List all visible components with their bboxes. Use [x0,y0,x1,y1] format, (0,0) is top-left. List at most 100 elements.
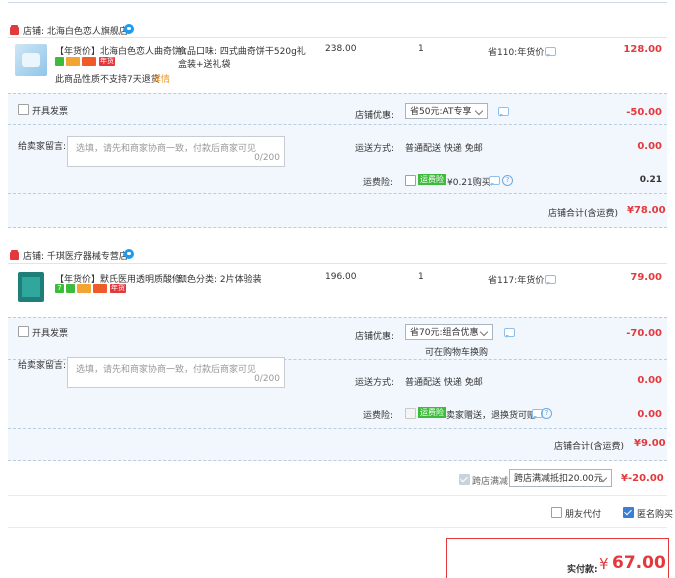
cross-store-select[interactable]: 跨店满减抵扣20.00元 [509,469,612,487]
anonymous-checkbox[interactable] [623,507,634,518]
invoice-label: 开具发票 [32,329,69,339]
discount-select[interactable]: 省50元:AT专享 [405,103,488,119]
invoice-checkbox[interactable] [18,104,29,115]
product-title[interactable]: 【年货价】北海白色恋人曲奇饼... [55,44,190,57]
quantity: 1 [418,44,424,54]
panel-divider [8,460,667,461]
unit-price: 196.00 [325,272,357,282]
return-detail-link[interactable]: 详情 [152,72,170,85]
discount-info-icon[interactable] [504,328,515,338]
discount-label: 店铺优惠: [355,111,395,121]
saving-info-icon[interactable] [545,275,556,285]
discount-info-icon[interactable] [498,107,509,117]
discount-select-value: 省70元:组合优惠 [410,328,479,338]
sku-line-2: 盒装+送礼袋 [178,60,231,70]
chat-wangwang-icon[interactable] [124,249,134,259]
shipping-value: 普通配送 快递 免邮 [405,144,483,154]
product-thumbnail[interactable] [15,44,47,76]
invoice-label: 开具发票 [32,107,69,117]
shipping-label: 运送方式: [355,378,395,388]
message-placeholder: 选填，请先和商家协商一致，付款后商家可见 [76,144,257,154]
unit-price: 238.00 [325,44,357,54]
shop-icon [10,25,19,35]
final-label: 实付款: [567,565,598,575]
discount-label: 店铺优惠: [355,332,395,342]
subtotal-label: 店铺合计(含运费) [548,209,619,219]
chevron-down-icon [479,327,489,337]
saving-text: 省117:年货价 [488,276,545,286]
return-note: 此商品性质不支持7天退货 [55,75,160,85]
friend-pay-label: 朋友代付 [565,510,602,520]
insurance-tag: 运费险 [418,407,446,418]
final-currency: ¥ [599,555,609,573]
insurance-tag: 运费险 [418,174,446,185]
saving-text: 省110:年货价 [488,48,545,58]
seller-message-input[interactable]: 选填，请先和商家协商一致，付款后商家可见 0/200 [67,357,285,388]
card-badge-icon [93,284,107,293]
chat-wangwang-icon[interactable] [124,24,134,34]
seller-message-input[interactable]: 选填，请先和商家协商一致，付款后商家可见 0/200 [67,136,285,167]
item-total: 79.00 [630,272,662,283]
seven-day-badge: 7 [55,284,64,293]
cross-store-select-value: 跨店满减抵扣20.00元 [514,474,603,484]
credit-badge-icon [77,284,91,293]
service-badge-icon [66,284,75,293]
final-payment-box: 实付款: ¥ 67.00 [446,538,669,578]
help-icon[interactable]: ? [502,175,513,186]
sku-line-1: 颜色分类: 2片体验装 [178,275,262,285]
chevron-down-icon [474,106,484,116]
cross-store-checkbox[interactable] [459,474,470,485]
product-thumbnail[interactable] [18,272,44,302]
message-placeholder: 选填，请先和商家协商一致，付款后商家可见 [76,365,257,375]
shop-divider [8,37,667,38]
insurance-checkbox[interactable] [405,175,416,186]
discount-select[interactable]: 省70元:组合优惠 [405,324,493,340]
panel-divider [8,193,667,194]
saving-info-icon[interactable] [545,47,556,57]
nianhuo-tag: 年货 [110,284,126,293]
friend-pay-checkbox[interactable] [551,507,562,518]
shipping-value: 普通配送 快递 免邮 [405,378,483,388]
discount-amount: -70.00 [626,328,662,339]
message-counter: 0/200 [254,374,280,384]
sku-line-1: 食品口味: 四式曲奇饼干520g礼 [178,47,306,57]
item-total: 128.00 [623,44,662,55]
subtotal-amount: ¥9.00 [634,438,666,449]
shipping-amount: 0.00 [637,375,662,386]
message-label: 给卖家留言: [18,142,67,152]
shop-icon [10,250,19,260]
insurance-chat-icon[interactable] [489,176,500,186]
final-amount: 67.00 [612,553,666,573]
top-divider [8,2,667,3]
discount-amount: -50.00 [626,107,662,118]
shop-name[interactable]: 店铺: 千琪医疗器械专营店 [23,249,128,262]
insurance-amount: 0.21 [639,175,662,185]
invoice-checkbox[interactable] [18,326,29,337]
subtotal-amount: ¥78.00 [627,205,666,216]
insurance-checkbox[interactable] [405,408,416,419]
shop-name[interactable]: 店铺: 北海白色恋人旗舰店 [23,24,128,37]
service-badge-icon [55,57,64,66]
section-divider [8,495,667,496]
panel-divider [8,227,667,228]
section-divider [8,527,667,528]
message-label: 给卖家留言: [18,361,67,371]
panel-divider [8,428,667,429]
cross-store-amount: ¥-20.00 [621,473,664,484]
anonymous-label: 匿名购买 [637,510,674,520]
message-counter: 0/200 [254,153,280,163]
insurance-text: 卖家赠送，退换货可赔 [446,411,537,421]
credit-badge-icon [66,57,80,66]
subtotal-label: 店铺合计(含运费) [554,442,625,452]
card-badge-icon [82,57,96,66]
quantity: 1 [418,272,424,282]
insurance-label: 运费险: [363,178,394,188]
shop-divider [8,263,667,264]
insurance-amount: 0.00 [637,409,662,420]
panel-divider [8,124,667,125]
shipping-amount: 0.00 [637,141,662,152]
help-icon[interactable]: ? [541,408,552,419]
discount-select-value: 省50元:AT专享 [410,107,472,117]
insurance-text: ¥0.21购买 [447,178,491,188]
shipping-label: 运送方式: [355,144,395,154]
